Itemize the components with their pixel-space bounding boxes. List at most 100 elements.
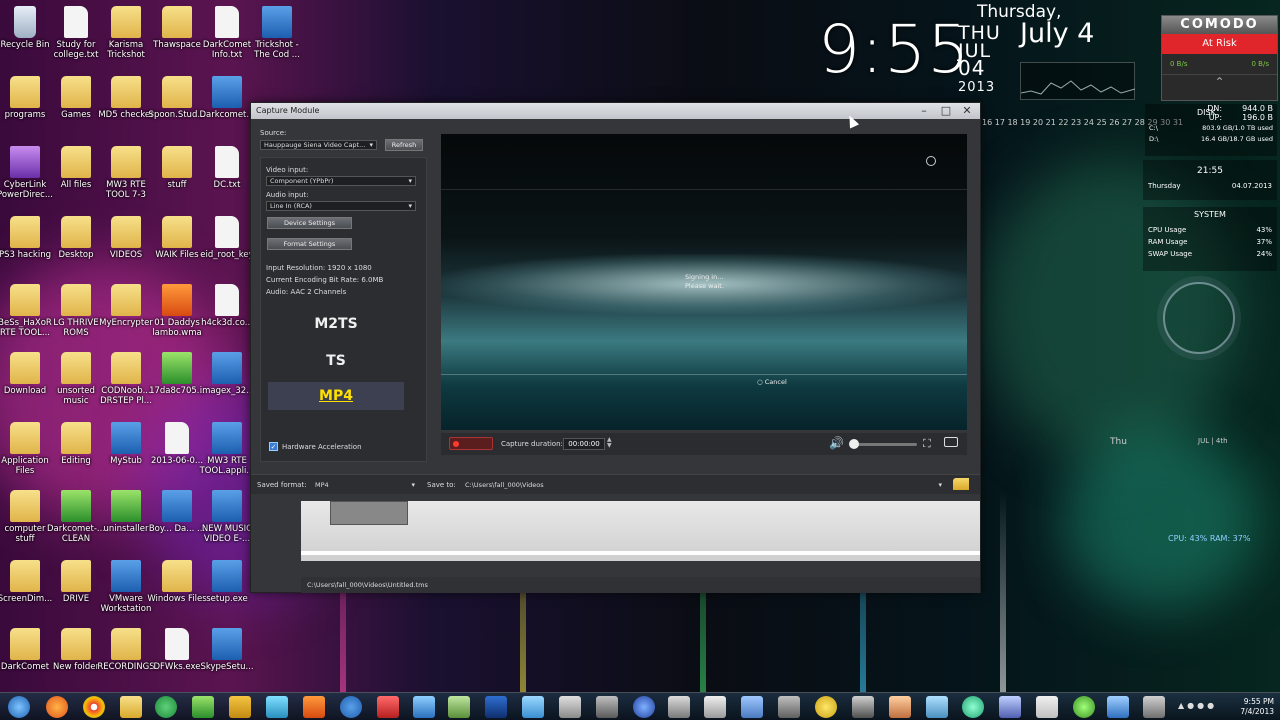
taskbar-app-icon[interactable] xyxy=(704,696,726,718)
capture-duration-field[interactable]: 00:00:00 xyxy=(563,438,605,450)
volume-slider[interactable] xyxy=(853,443,917,446)
source-label: Source: xyxy=(260,129,287,137)
tray-time: 9:55 PM xyxy=(1243,697,1274,706)
cancel-button[interactable]: ○ Cancel xyxy=(757,378,787,386)
browse-folder-icon[interactable] xyxy=(953,478,969,490)
taskbar-photoshop-icon[interactable] xyxy=(485,696,507,718)
taskbar-app-icon[interactable] xyxy=(999,696,1021,718)
comodo-widget[interactable]: COMODO At Risk 0 B/s 0 B/s ⌃ xyxy=(1161,15,1278,101)
taskbar-app-icon[interactable] xyxy=(741,696,763,718)
maximize-button[interactable]: □ xyxy=(936,103,956,119)
minimize-button[interactable]: – xyxy=(914,103,934,119)
duration-stepper-icon[interactable]: ▲ ▼ xyxy=(607,437,612,449)
folder-icon xyxy=(111,76,141,108)
file-icon xyxy=(165,628,189,660)
comodo-expand-icon[interactable]: ⌃ xyxy=(1162,75,1277,89)
folder-icon xyxy=(111,284,141,316)
taskbar-app-icon[interactable] xyxy=(815,696,837,718)
tray-icons[interactable]: ▲●●● xyxy=(1178,701,1217,710)
desktop-icon[interactable]: SkypeSetu... xyxy=(196,628,258,672)
audio-input-dropdown[interactable]: Line In (RCA) xyxy=(266,201,416,211)
network-graph-lines xyxy=(1020,80,1136,95)
record-button[interactable] xyxy=(449,437,493,450)
taskbar-app-icon[interactable] xyxy=(668,696,690,718)
disk-dn-row: DISK DN: 944.0 B xyxy=(1145,104,1277,117)
taskbar-app-icon[interactable] xyxy=(1036,696,1058,718)
file-icon xyxy=(165,422,189,454)
comodo-brand: COMODO xyxy=(1162,16,1277,34)
desktop-icon-label: imagex_32... xyxy=(199,386,255,396)
taskbar-app-icon[interactable] xyxy=(1143,696,1165,718)
desktop-icon[interactable]: h4ck3d.co... xyxy=(196,284,258,328)
wallpaper-glow-teal xyxy=(1060,430,1260,610)
taskbar-app-icon[interactable] xyxy=(926,696,948,718)
folder-icon xyxy=(10,284,40,316)
disk-up-value: 196.0 B xyxy=(1242,113,1273,122)
capture-preview: Signing in... Please wait. ○ Cancel xyxy=(441,134,967,430)
taskbar-app-icon[interactable] xyxy=(448,696,470,718)
desktop-icon[interactable]: NEW MUSIC VIDEO E-... xyxy=(196,490,258,544)
tray-clock[interactable]: 9:55 PM 7/4/2013 xyxy=(1240,697,1274,717)
taskbar-capture-module-icon[interactable] xyxy=(559,696,581,718)
taskbar-app-icon[interactable] xyxy=(889,696,911,718)
taskbar-app-icon[interactable] xyxy=(1073,696,1095,718)
format-option-mp4[interactable]: MP4 xyxy=(268,382,404,410)
comodo-status[interactable]: At Risk xyxy=(1162,34,1277,54)
taskbar-app-icon[interactable] xyxy=(1107,696,1129,718)
ram-usage-label: RAM Usage xyxy=(1148,238,1188,246)
taskbar-app-icon[interactable] xyxy=(192,696,214,718)
desktop-icon[interactable]: MW3 RTE TOOL.appli... xyxy=(196,422,258,476)
start-button[interactable] xyxy=(8,696,30,718)
taskbar-app-icon[interactable] xyxy=(413,696,435,718)
desktop-icon[interactable]: eid_root_key xyxy=(196,216,258,260)
save-to-dropdown[interactable]: C:\Users\fall_000\Videos xyxy=(461,480,946,490)
source-dropdown[interactable]: Hauppauge Siena Video Capt... xyxy=(260,140,377,150)
desktop-icon-label: Trickshot - The Cod ... xyxy=(254,40,300,60)
taskbar-app-icon[interactable] xyxy=(340,696,362,718)
saved-format-dropdown[interactable]: MP4 xyxy=(311,480,419,490)
taskbar-app-icon[interactable] xyxy=(229,696,251,718)
close-button[interactable]: ✕ xyxy=(957,103,977,119)
time-widget: 21:55 Thursday 04.07.2013 xyxy=(1143,160,1277,200)
app-icon xyxy=(212,628,242,660)
format-option-m2ts[interactable]: M2TS xyxy=(268,310,404,338)
volume-slider-knob[interactable] xyxy=(849,439,859,449)
video-input-dropdown[interactable]: Component (YPbPr) xyxy=(266,176,416,186)
clock-date-long: July 4 xyxy=(1020,18,1095,49)
taskbar-chrome-icon[interactable] xyxy=(83,696,105,718)
preview-line xyxy=(441,374,967,375)
taskbar-app-icon[interactable] xyxy=(377,696,399,718)
taskbar-firefox-icon[interactable] xyxy=(46,696,68,718)
folder-icon xyxy=(61,628,91,660)
taskbar-app-icon[interactable] xyxy=(522,696,544,718)
format-settings-button[interactable]: Format Settings xyxy=(267,238,352,250)
desktop-icon[interactable]: Trickshot - The Cod ... xyxy=(246,6,308,60)
taskbar-app-icon[interactable] xyxy=(633,696,655,718)
capture-module-window[interactable]: Capture Module – □ ✕ Source: Hauppauge S… xyxy=(250,102,981,593)
taskbar-app-icon[interactable] xyxy=(778,696,800,718)
device-settings-button[interactable]: Device Settings xyxy=(267,217,352,229)
folder-icon xyxy=(111,628,141,660)
timeline-thumbnail[interactable] xyxy=(330,501,408,525)
volume-icon[interactable]: 🔊 xyxy=(829,436,844,450)
refresh-button[interactable]: Refresh xyxy=(385,139,423,151)
desktop-icon[interactable]: Darkcomet... xyxy=(196,76,258,120)
fullscreen-icon[interactable]: ⛶ xyxy=(923,437,931,451)
taskbar-explorer-icon[interactable] xyxy=(120,696,142,718)
window-titlebar[interactable]: Capture Module – □ ✕ xyxy=(251,103,980,119)
taskbar-app-icon[interactable] xyxy=(266,696,288,718)
cpu-usage-value: 43% xyxy=(1256,226,1272,234)
desktop-icon[interactable]: setup.exe xyxy=(196,560,258,604)
audio-info-text: Audio: AAC 2 Channels xyxy=(266,288,347,296)
taskbar-utorrent-icon[interactable] xyxy=(155,696,177,718)
format-option-ts[interactable]: TS xyxy=(268,347,404,375)
hardware-acceleration-checkbox[interactable]: ✓ xyxy=(269,442,278,451)
taskbar-app-icon[interactable] xyxy=(596,696,618,718)
cpu-usage-label: CPU Usage xyxy=(1148,226,1187,234)
taskbar-media-icon[interactable] xyxy=(303,696,325,718)
snapshot-camera-icon[interactable] xyxy=(944,437,958,447)
desktop-icon[interactable]: DC.txt xyxy=(196,146,258,190)
taskbar-app-icon[interactable] xyxy=(852,696,874,718)
taskbar-app-icon[interactable] xyxy=(962,696,984,718)
desktop-icon[interactable]: imagex_32... xyxy=(196,352,258,396)
